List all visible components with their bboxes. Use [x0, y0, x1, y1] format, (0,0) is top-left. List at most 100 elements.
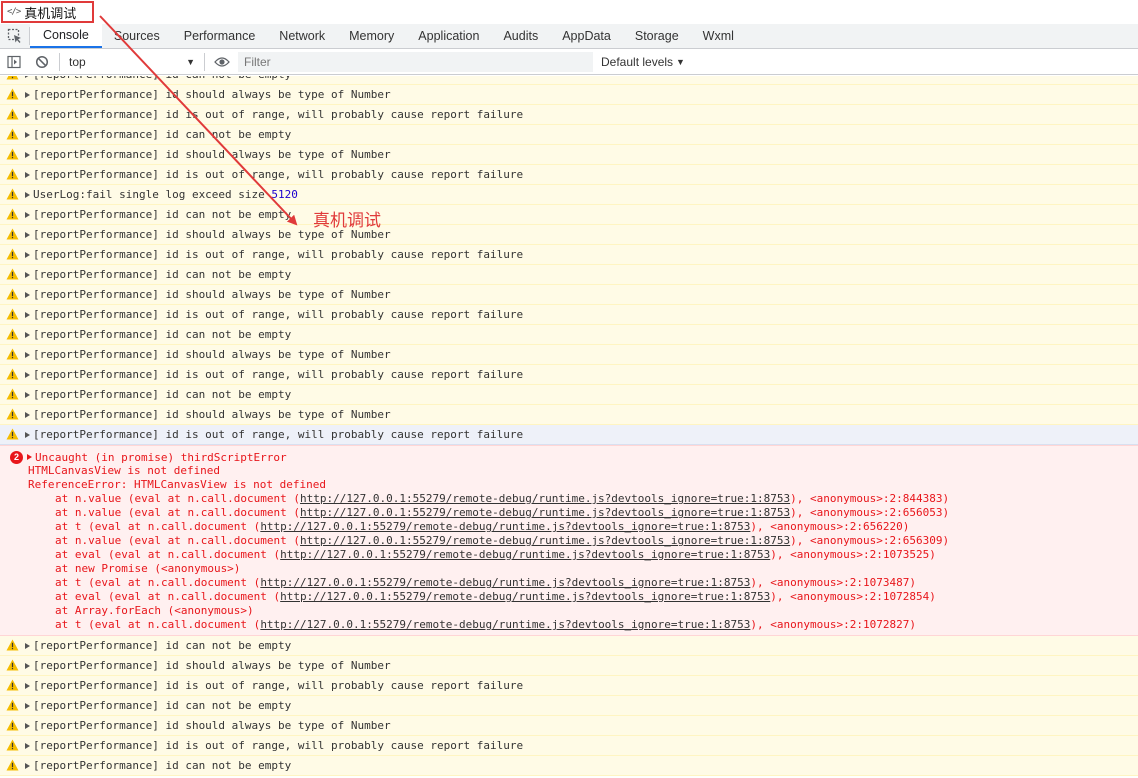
tab-application[interactable]: Application — [406, 24, 491, 48]
expand-triangle-icon[interactable] — [25, 762, 30, 769]
warning-icon — [6, 208, 20, 222]
console-warning-row[interactable]: [reportPerformance] id can not be empty — [0, 205, 1138, 225]
console-warning-row[interactable]: [reportPerformance] id is out of range, … — [0, 425, 1138, 445]
expand-triangle-icon[interactable] — [25, 151, 30, 158]
console-warning-row[interactable]: [reportPerformance] id can not be empty — [0, 696, 1138, 716]
tab-storage[interactable]: Storage — [623, 24, 691, 48]
expand-triangle-icon[interactable] — [25, 211, 30, 218]
expand-triangle-icon[interactable] — [25, 171, 30, 178]
expand-triangle-icon[interactable] — [25, 371, 30, 378]
console-warning-row[interactable]: [reportPerformance] id should always be … — [0, 85, 1138, 105]
tab-appdata[interactable]: AppData — [550, 24, 623, 48]
expand-triangle-icon[interactable] — [25, 642, 30, 649]
console-warning-row[interactable]: [reportPerformance] id can not be empty — [0, 325, 1138, 345]
inspect-element-button[interactable] — [0, 27, 30, 45]
error-message[interactable]: 2 Uncaught (in promise) thirdScriptError… — [0, 445, 1138, 636]
console-warning-row[interactable]: [reportPerformance] id can not be empty — [0, 636, 1138, 656]
stack-frame-link[interactable]: http://127.0.0.1:55279/remote-debug/runt… — [300, 506, 790, 519]
stack-frame: at n.value (eval at n.call.document (htt… — [0, 506, 1138, 520]
context-select[interactable]: top ▼ — [63, 52, 201, 72]
console-warning-row[interactable]: [reportPerformance] id should always be … — [0, 285, 1138, 305]
console-warning-row[interactable]: [reportPerformance] id is out of range, … — [0, 305, 1138, 325]
expand-triangle-icon[interactable] — [25, 251, 30, 258]
console-warning-row[interactable]: [reportPerformance] id should always be … — [0, 225, 1138, 245]
tab-console[interactable]: Console — [30, 24, 102, 48]
warning-icon — [6, 408, 20, 422]
expand-triangle-icon[interactable] — [25, 431, 30, 438]
tab-memory[interactable]: Memory — [337, 24, 406, 48]
warning-icon — [6, 248, 20, 262]
stack-frame-suffix: ), <anonymous>:2:844383) — [790, 492, 950, 505]
expand-triangle-icon[interactable] — [25, 662, 30, 669]
expand-triangle-icon[interactable] — [25, 111, 30, 118]
expand-triangle-icon[interactable] — [25, 191, 30, 198]
expand-triangle-icon[interactable] — [25, 231, 30, 238]
console-warning-row[interactable]: UserLog:fail single log exceed size 5120 — [0, 185, 1138, 205]
expand-triangle-icon[interactable] — [25, 702, 30, 709]
error-header[interactable]: 2 Uncaught (in promise) thirdScriptError — [0, 450, 1138, 464]
log-levels-dropdown[interactable]: Default levels ▼ — [601, 55, 685, 69]
expand-triangle-icon[interactable] — [25, 411, 30, 418]
live-expression-button[interactable] — [208, 49, 236, 75]
console-warning-row[interactable]: [reportPerformance] id can not be empty — [0, 265, 1138, 285]
expand-triangle-icon[interactable] — [25, 91, 30, 98]
stack-frame-suffix: ), <anonymous>:2:656220) — [750, 520, 910, 533]
console-warning-row[interactable]: [reportPerformance] id can not be empty — [0, 756, 1138, 776]
warning-icon — [6, 288, 20, 302]
warning-icon — [6, 428, 20, 442]
toggle-sidebar-button[interactable] — [0, 49, 28, 75]
filter-input[interactable] — [238, 51, 593, 72]
warning-icon — [6, 719, 20, 733]
expand-triangle-icon[interactable] — [25, 131, 30, 138]
stack-frame-link[interactable]: http://127.0.0.1:55279/remote-debug/runt… — [260, 618, 750, 631]
warning-text: [reportPerformance] id should always be … — [33, 719, 391, 732]
stack-frame-link[interactable]: http://127.0.0.1:55279/remote-debug/runt… — [300, 492, 790, 505]
tab-network[interactable]: Network — [267, 24, 337, 48]
console-warning-row[interactable]: [reportPerformance] id should always be … — [0, 405, 1138, 425]
clear-console-button[interactable] — [28, 49, 56, 75]
warning-text: [reportPerformance] id is out of range, … — [33, 168, 524, 181]
expand-triangle-icon[interactable] — [25, 682, 30, 689]
dropdown-triangle-icon: ▼ — [676, 56, 685, 67]
console-warning-row[interactable]: [reportPerformance] id should always be … — [0, 145, 1138, 165]
expand-triangle-icon[interactable] — [25, 391, 30, 398]
console-warning-row[interactable]: [reportPerformance] id should always be … — [0, 345, 1138, 365]
console-warning-row[interactable]: [reportPerformance] id can not be empty — [0, 385, 1138, 405]
console-warning-row[interactable]: [reportPerformance] id should always be … — [0, 716, 1138, 736]
stack-frame: at n.value (eval at n.call.document (htt… — [0, 534, 1138, 548]
expand-triangle-icon[interactable] — [25, 271, 30, 278]
tab-wxml[interactable]: Wxml — [691, 24, 746, 48]
dropdown-triangle-icon: ▼ — [186, 56, 195, 67]
console-warning-row[interactable]: [reportPerformance] id can not be empty — [0, 76, 1138, 85]
expand-triangle-icon[interactable] — [25, 331, 30, 338]
stack-frame-link[interactable]: http://127.0.0.1:55279/remote-debug/runt… — [260, 520, 750, 533]
annotation-label: 真机调试 — [313, 211, 381, 231]
console-warning-row[interactable]: [reportPerformance] id can not be empty — [0, 125, 1138, 145]
stack-frame-link[interactable]: http://127.0.0.1:55279/remote-debug/runt… — [260, 576, 750, 589]
stack-frame-suffix: ), <anonymous>:2:1072854) — [770, 590, 936, 603]
console-warning-row[interactable]: [reportPerformance] id is out of range, … — [0, 365, 1138, 385]
console-warning-row[interactable]: [reportPerformance] id is out of range, … — [0, 736, 1138, 756]
expand-triangle-icon[interactable] — [25, 722, 30, 729]
console-warning-row[interactable]: [reportPerformance] id should always be … — [0, 656, 1138, 676]
console-warning-row[interactable]: [reportPerformance] id is out of range, … — [0, 676, 1138, 696]
stack-frame-link[interactable]: http://127.0.0.1:55279/remote-debug/runt… — [280, 590, 770, 603]
tab-sources[interactable]: Sources — [102, 24, 172, 48]
expand-triangle-icon[interactable] — [25, 291, 30, 298]
stack-frame-prefix: at t (eval at n.call.document ( — [55, 520, 261, 533]
expand-triangle-icon[interactable] — [25, 76, 30, 78]
stack-frame-link[interactable]: http://127.0.0.1:55279/remote-debug/runt… — [300, 534, 790, 547]
console-warning-row[interactable]: [reportPerformance] id is out of range, … — [0, 165, 1138, 185]
console-warning-row[interactable]: [reportPerformance] id is out of range, … — [0, 245, 1138, 265]
expand-triangle-icon[interactable] — [27, 454, 32, 460]
tab-audits[interactable]: Audits — [491, 24, 550, 48]
devtools-tabbar: Console Sources Performance Network Memory Ap… — [0, 24, 1138, 49]
expand-triangle-icon[interactable] — [25, 742, 30, 749]
console-messages[interactable]: [reportPerformance] id can not be empty [… — [0, 76, 1138, 778]
tab-performance[interactable]: Performance — [172, 24, 268, 48]
stack-frame-link[interactable]: http://127.0.0.1:55279/remote-debug/runt… — [280, 548, 770, 561]
expand-triangle-icon[interactable] — [25, 351, 30, 358]
expand-triangle-icon[interactable] — [25, 311, 30, 318]
warning-text: [reportPerformance] id is out of range, … — [33, 679, 524, 692]
console-warning-row[interactable]: [reportPerformance] id is out of range, … — [0, 105, 1138, 125]
